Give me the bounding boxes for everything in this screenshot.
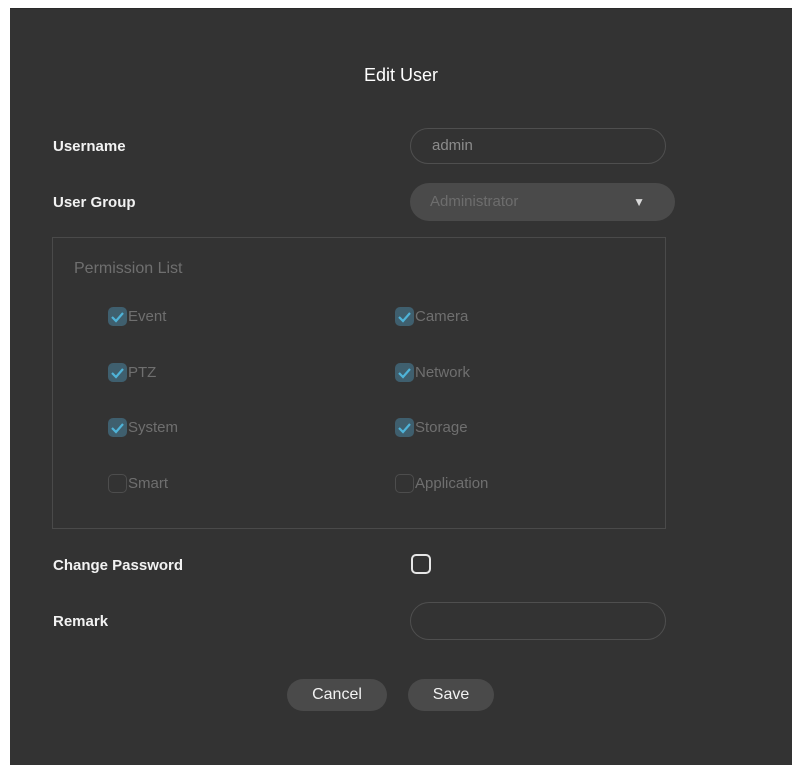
ptz-label: PTZ: [128, 364, 157, 381]
permission-network[interactable]: Network: [395, 363, 470, 382]
event-label: Event: [128, 308, 167, 325]
check-icon: [398, 422, 411, 434]
ptz-checkbox[interactable]: [108, 363, 127, 382]
system-label: System: [128, 419, 179, 436]
permission-application[interactable]: Application: [395, 474, 488, 493]
network-label: Network: [415, 364, 471, 381]
save-button[interactable]: Save: [408, 679, 494, 711]
permission-ptz[interactable]: PTZ: [108, 363, 156, 382]
network-checkbox[interactable]: [395, 363, 414, 382]
remark-field[interactable]: [410, 602, 666, 640]
check-icon: [111, 311, 124, 323]
camera-label: Camera: [415, 308, 469, 325]
system-checkbox[interactable]: [108, 418, 127, 437]
chevron-down-icon: ▼: [633, 195, 645, 209]
event-checkbox[interactable]: [108, 307, 127, 326]
check-icon: [398, 367, 411, 379]
permission-smart[interactable]: Smart: [108, 474, 168, 493]
cancel-button[interactable]: Cancel: [287, 679, 387, 711]
user-group-select[interactable]: Administrator ▼: [410, 183, 675, 221]
check-icon: [111, 367, 124, 379]
camera-checkbox[interactable]: [395, 307, 414, 326]
application-label: Application: [415, 475, 489, 492]
user-group-label: User Group: [53, 194, 136, 211]
username-field[interactable]: admin: [410, 128, 666, 164]
check-icon: [111, 422, 124, 434]
application-checkbox[interactable]: [395, 474, 414, 493]
user-group-value: Administrator: [430, 193, 519, 210]
remark-label: Remark: [53, 613, 109, 630]
permission-camera[interactable]: Camera: [395, 307, 468, 326]
permission-list-title: Permission List: [74, 260, 183, 277]
change-password-checkbox[interactable]: [411, 554, 431, 574]
username-label: Username: [53, 138, 126, 155]
dialog-title: Edit User: [363, 65, 439, 85]
change-password-label: Change Password: [53, 557, 184, 574]
storage-label: Storage: [415, 419, 468, 436]
check-icon: [398, 311, 411, 323]
smart-label: Smart: [128, 475, 169, 492]
edit-user-dialog: Edit User Username admin User Group Admi…: [10, 8, 792, 765]
permission-system[interactable]: System: [108, 418, 178, 437]
permission-event[interactable]: Event: [108, 307, 166, 326]
smart-checkbox[interactable]: [108, 474, 127, 493]
storage-checkbox[interactable]: [395, 418, 414, 437]
permission-list-panel: Permission List Event Camera PTZ Network…: [52, 237, 666, 529]
permission-storage[interactable]: Storage: [395, 418, 468, 437]
